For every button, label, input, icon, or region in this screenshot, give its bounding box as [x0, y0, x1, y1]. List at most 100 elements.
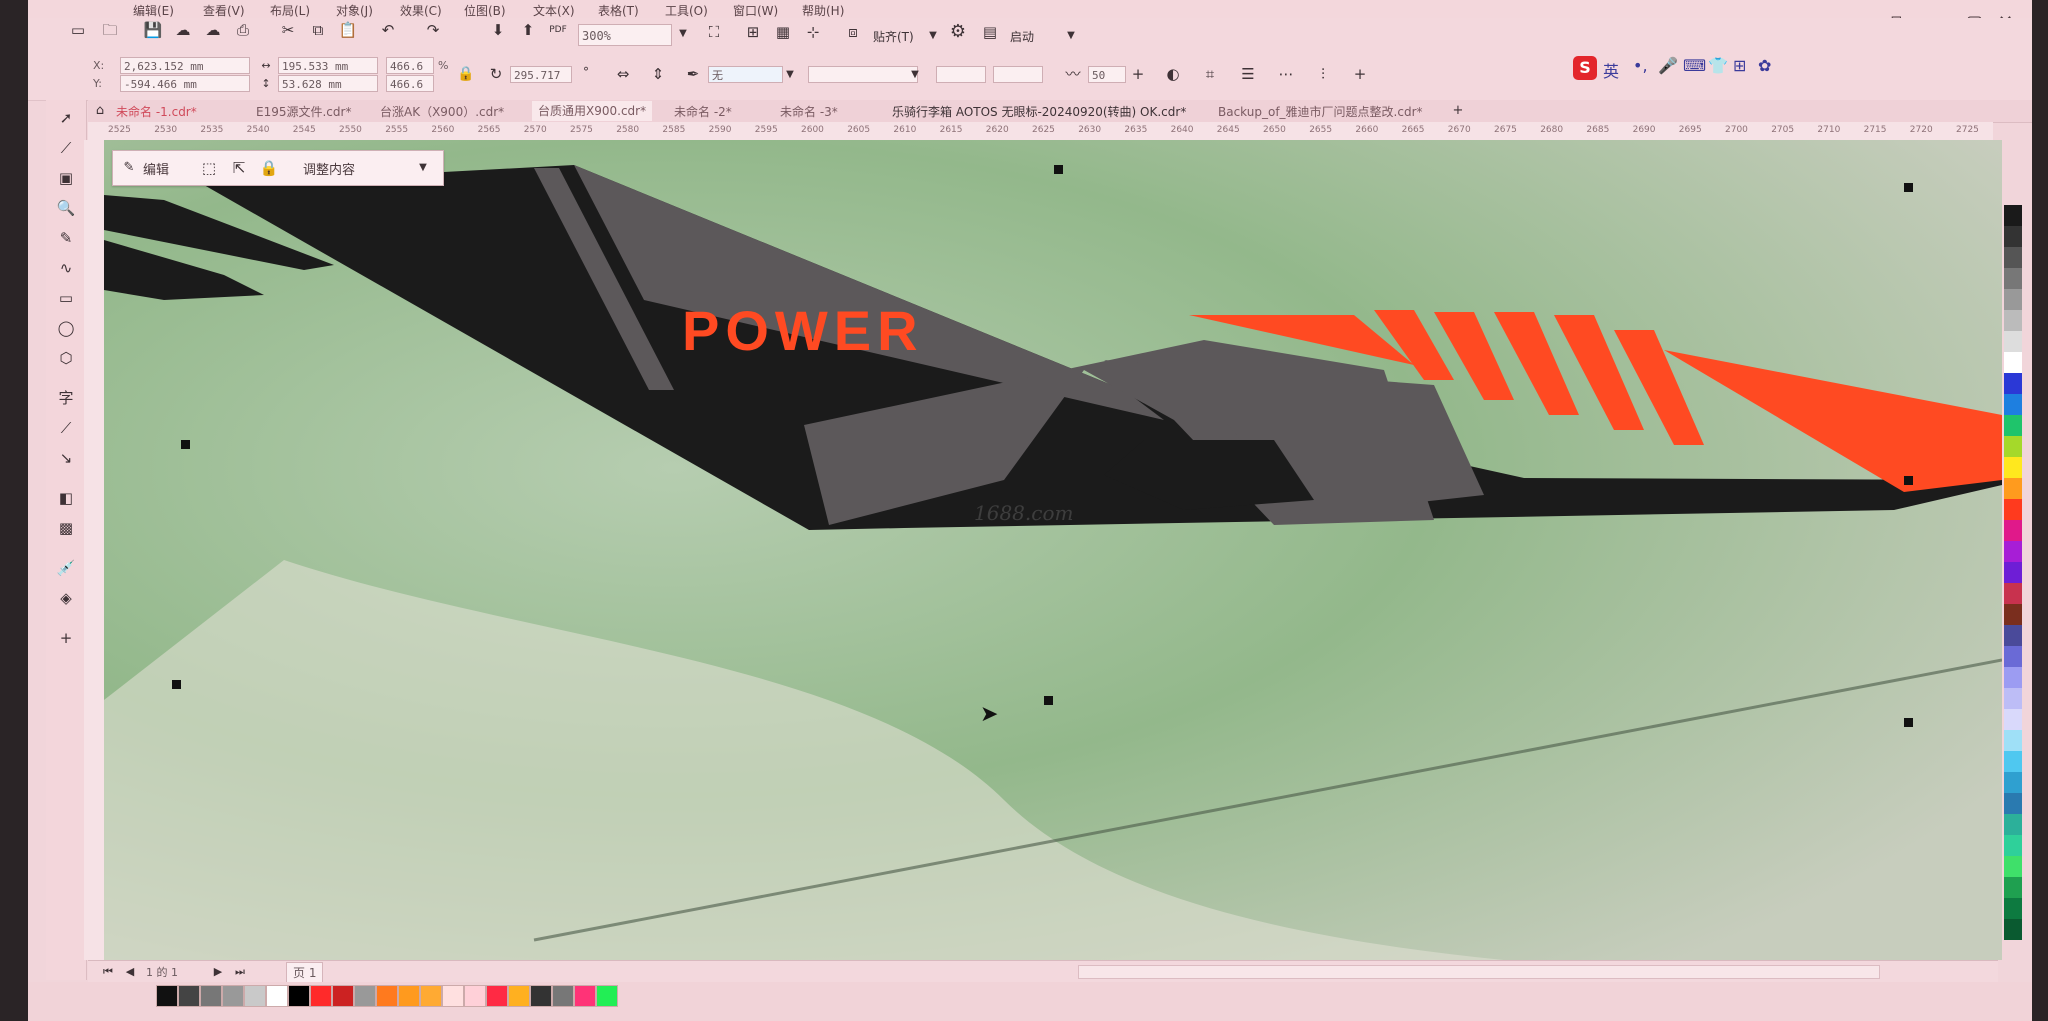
paste-icon[interactable]: 📋 — [338, 20, 358, 40]
palette-swatch[interactable] — [2004, 226, 2022, 247]
pen-nib-icon[interactable]: ✒ — [683, 64, 703, 84]
scale-y-field[interactable]: 466.6 — [386, 75, 434, 92]
document-palette-swatch[interactable] — [574, 985, 596, 1007]
export-icon[interactable]: ⬆ — [518, 20, 538, 40]
palette-swatch[interactable] — [2004, 289, 2022, 310]
palette-swatch[interactable] — [2004, 709, 2022, 730]
last-page-icon[interactable]: ⏭ — [230, 962, 250, 982]
x-position-field[interactable]: 2,623.152 mm — [120, 57, 250, 74]
microphone-icon[interactable]: 🎤 — [1658, 56, 1678, 75]
selection-handle[interactable] — [1904, 476, 1913, 485]
eyedropper-tool-icon[interactable]: 💉 — [56, 558, 76, 578]
next-page-icon[interactable]: ▶ — [208, 962, 228, 982]
edit-label[interactable]: 编辑 — [143, 159, 169, 178]
palette-swatch[interactable] — [2004, 772, 2022, 793]
mirror-horizontal-icon[interactable]: ⇔ — [613, 64, 633, 84]
add-tool-icon[interactable]: + — [56, 628, 76, 648]
chevron-down-icon[interactable]: ▼ — [905, 65, 925, 85]
palette-swatch[interactable] — [2004, 856, 2022, 877]
show-guides-icon[interactable]: ⊹ — [803, 22, 823, 42]
menu-effects[interactable]: 效果(C) — [400, 2, 442, 19]
selection-handle[interactable] — [1904, 183, 1913, 192]
chevron-down-icon[interactable]: ▼ — [413, 158, 433, 178]
lock-contents-icon[interactable]: 🔒 — [259, 158, 279, 178]
height-field[interactable]: 53.628 mm — [278, 75, 378, 92]
width-field[interactable]: 195.533 mm — [278, 57, 378, 74]
vertical-ruler[interactable] — [84, 140, 105, 960]
tab-ak-x900[interactable]: 台涨AK（X900）.cdr* — [380, 103, 504, 120]
palette-swatch[interactable] — [2004, 583, 2022, 604]
lock-ratio-icon[interactable]: 🔒 — [456, 64, 476, 84]
apps-grid-icon[interactable]: ⊞ — [1733, 56, 1746, 75]
document-palette-swatch[interactable] — [530, 985, 552, 1007]
palette-swatch[interactable] — [2004, 730, 2022, 751]
document-palette-swatch[interactable] — [244, 985, 266, 1007]
palette-swatch[interactable] — [2004, 415, 2022, 436]
powerclip-icon[interactable]: ⬚ — [199, 158, 219, 178]
tab-untitled-3[interactable]: 未命名 -3* — [780, 103, 838, 120]
palette-swatch[interactable] — [2004, 646, 2022, 667]
add-tab-icon[interactable]: + — [1448, 101, 1468, 121]
text-tool-icon[interactable]: 字 — [56, 388, 76, 408]
punctuation-icon[interactable]: •, — [1633, 56, 1648, 75]
document-palette-swatch[interactable] — [596, 985, 618, 1007]
prev-page-icon[interactable]: ◀ — [120, 962, 140, 982]
selection-handle[interactable] — [172, 680, 181, 689]
extract-subpath-icon[interactable]: ⌗ — [1200, 64, 1220, 84]
pencil-icon[interactable]: ✎ — [119, 158, 139, 178]
snap-to-label[interactable]: 贴齐(T) — [873, 28, 914, 45]
first-page-icon[interactable]: ⏮ — [98, 962, 118, 982]
palette-swatch[interactable] — [2004, 394, 2022, 415]
skin-icon[interactable]: 👕 — [1708, 56, 1728, 75]
print-icon[interactable]: ⎙ — [233, 20, 253, 40]
freehand-tool-icon[interactable]: ✎ — [56, 228, 76, 248]
palette-swatch[interactable] — [2004, 919, 2022, 940]
selection-handle[interactable] — [181, 440, 190, 449]
full-screen-icon[interactable]: ⛶ — [704, 22, 724, 42]
palette-swatch[interactable] — [2004, 835, 2022, 856]
palette-swatch[interactable] — [2004, 793, 2022, 814]
rectangle-tool-icon[interactable]: ▭ — [56, 288, 76, 308]
reverse-direction-icon[interactable]: ☰ — [1238, 64, 1258, 84]
connector-tool-icon[interactable]: ↘ — [56, 448, 76, 468]
shape-tool-icon[interactable]: ⟋ — [56, 138, 76, 158]
page-tab[interactable]: 页 1 — [286, 962, 324, 983]
redo-icon[interactable]: ↷ — [423, 20, 443, 40]
fill-select[interactable]: 无 — [708, 66, 783, 83]
palette-swatch[interactable] — [2004, 562, 2022, 583]
palette-swatch[interactable] — [2004, 751, 2022, 772]
drawing-canvas[interactable]: POWER 1688.com ➤ — [104, 140, 2002, 960]
tab-x900-generic[interactable]: 台质通用X900.cdr* — [532, 101, 653, 121]
horizontal-scrollbar[interactable] — [1078, 965, 1880, 979]
pick-tool-icon[interactable]: ➚ — [56, 108, 76, 128]
palette-swatch[interactable] — [2004, 688, 2022, 709]
palette-swatch[interactable] — [2004, 604, 2022, 625]
ime-lang-label[interactable]: 英 — [1603, 58, 1619, 82]
palette-swatch[interactable] — [2004, 478, 2022, 499]
scale-x-field[interactable]: 466.6 — [386, 57, 434, 74]
settings-icon[interactable]: ✿ — [1758, 56, 1771, 75]
launch-label[interactable]: 启动 — [1010, 28, 1034, 45]
outline-style-select[interactable] — [808, 66, 918, 83]
node-distribute-icon[interactable]: ⫶ — [1313, 64, 1333, 84]
adjust-contents-label[interactable]: 调整内容 — [303, 159, 355, 178]
polygon-tool-icon[interactable]: ⬡ — [56, 348, 76, 368]
selection-handle[interactable] — [1044, 696, 1053, 705]
menu-edit[interactable]: 编辑(E) — [133, 2, 174, 19]
document-palette-swatch[interactable] — [398, 985, 420, 1007]
document-palette-swatch[interactable] — [486, 985, 508, 1007]
menu-layout[interactable]: 布局(L) — [270, 2, 310, 19]
document-palette-swatch[interactable] — [178, 985, 200, 1007]
keyboard-icon[interactable]: ⌨ — [1683, 56, 1706, 75]
tab-untitled-2[interactable]: 未命名 -2* — [674, 103, 732, 120]
palette-swatch[interactable] — [2004, 541, 2022, 562]
menu-tools[interactable]: 工具(O) — [665, 2, 708, 19]
menu-text[interactable]: 文本(X) — [533, 2, 575, 19]
palette-swatch[interactable] — [2004, 898, 2022, 919]
snap-icon[interactable]: ⧈ — [843, 22, 863, 42]
copy-icon[interactable]: ⧉ — [308, 20, 328, 40]
add-plus-icon[interactable]: + — [1350, 64, 1370, 84]
menu-table[interactable]: 表格(T) — [598, 2, 639, 19]
cut-icon[interactable]: ✂ — [278, 20, 298, 40]
document-palette-swatch[interactable] — [354, 985, 376, 1007]
